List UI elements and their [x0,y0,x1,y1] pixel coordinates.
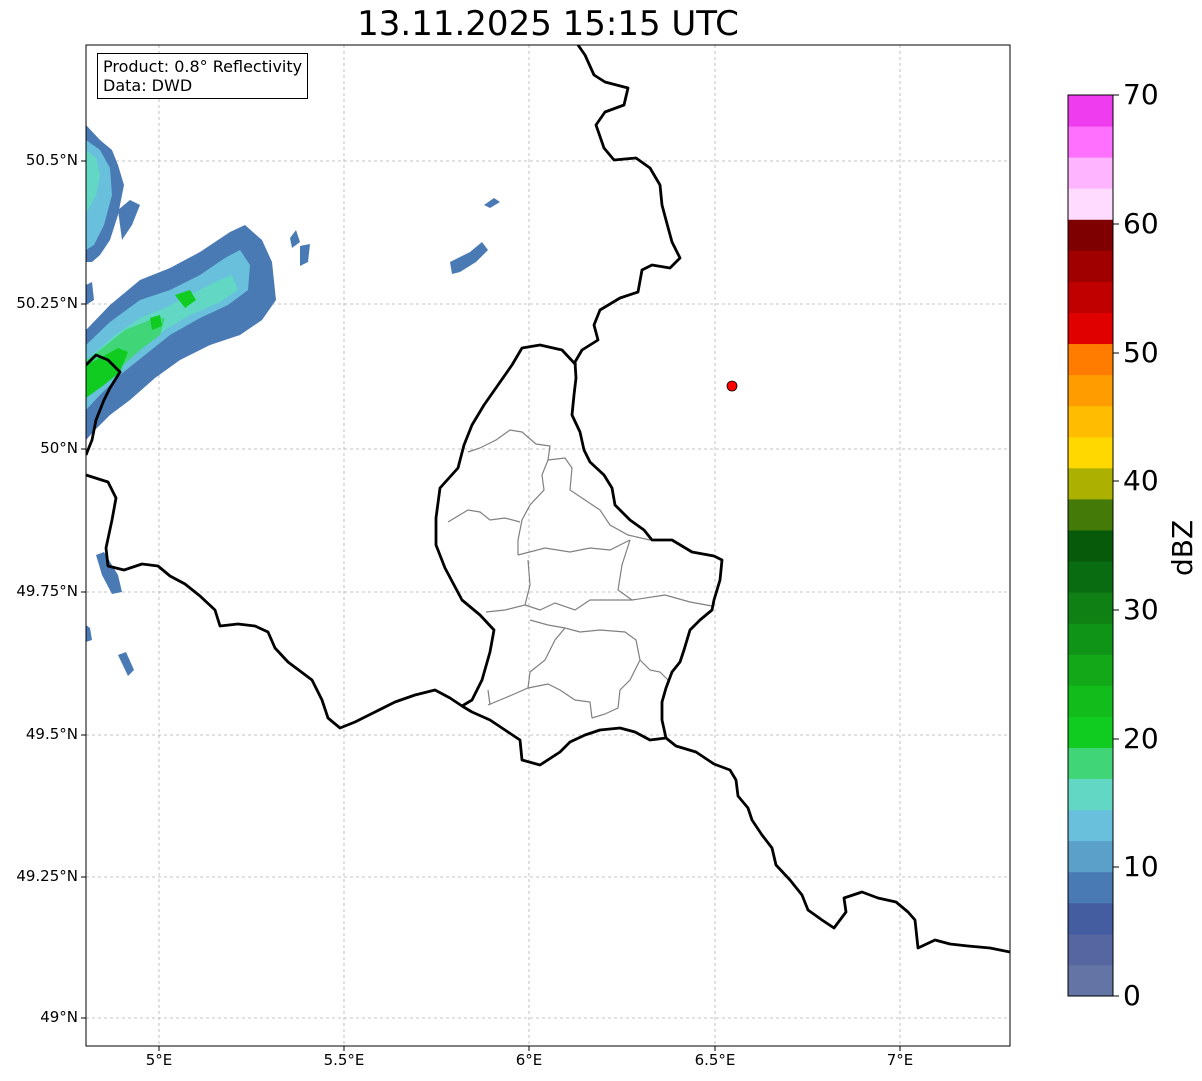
colorbar-label-30: 30 [1123,593,1159,626]
colorbar-ticks [1113,94,1119,997]
colorbar-segment [1068,561,1113,593]
colorbar-segment [1068,592,1113,624]
colorbar-segment [1068,405,1113,438]
colorbar-segment [1068,902,1113,935]
product-info-box: Product: 0.8° Reflectivity Data: DWD [97,53,309,99]
lon-label-7: 7°E [886,1051,914,1069]
colorbar-label-20: 20 [1123,722,1159,755]
colorbar-unit-label: dBZ [1166,519,1199,576]
lat-label-49-25: 49.25°N [16,867,78,885]
colorbar-segment [1068,654,1113,686]
colorbar-segment [1068,250,1113,282]
lon-label-5-5: 5.5°E [323,1051,365,1069]
lon-label-6-5: 6.5°E [694,1051,736,1069]
lat-label-49-75: 49.75°N [16,582,78,600]
lat-label-50-5: 50.5°N [25,151,78,169]
colorbar-segment [1068,778,1113,811]
colorbar-segment [1068,343,1113,376]
colorbar-label-40: 40 [1123,464,1159,497]
lon-label-5: 5°E [145,1051,173,1069]
lat-label-50: 50°N [40,439,78,457]
colorbar-label-0: 0 [1123,979,1141,1012]
colorbar-segment [1068,964,1113,997]
radar-site-marker[interactable] [726,380,738,392]
national-borders [86,45,1010,954]
colorbar-segment [1068,312,1113,345]
product-label: Product: 0.8° Reflectivity [103,57,303,76]
colorbar-segment [1068,219,1113,251]
colorbar-segment [1068,188,1113,220]
colorbar-segment [1068,933,1113,966]
colorbar-segment [1068,374,1113,407]
colorbar-segment [1068,871,1113,904]
lat-label-50-25: 50.25°N [16,294,78,312]
colorbar-segment [1068,95,1113,127]
colorbar-label-10: 10 [1123,850,1159,883]
colorbar-segment [1068,126,1113,158]
colorbar-segment [1068,281,1113,313]
lon-label-6: 6°E [515,1051,543,1069]
colorbar-label-50: 50 [1123,336,1159,369]
colorbar-segment [1068,685,1113,717]
colorbar-segment [1068,716,1113,748]
lat-label-49: 49°N [40,1008,78,1026]
colorbar-label-60: 60 [1123,207,1159,240]
colorbar-segment [1068,157,1113,189]
colorbar-label-70: 70 [1123,78,1159,111]
colorbar-segment [1068,529,1113,562]
colorbar-segment [1068,436,1113,469]
radar-map [81,44,1119,1051]
colorbar-segment [1068,467,1113,500]
data-source-label: Data: DWD [103,76,193,95]
colorbar-segment [1068,498,1113,531]
lat-label-49-5: 49.5°N [25,725,78,743]
colorbar-segment [1068,623,1113,655]
colorbar [1068,95,1113,997]
reflectivity-echoes [86,125,500,676]
colorbar-segment [1068,747,1113,780]
colorbar-segment [1068,809,1113,842]
colorbar-segment [1068,840,1113,873]
